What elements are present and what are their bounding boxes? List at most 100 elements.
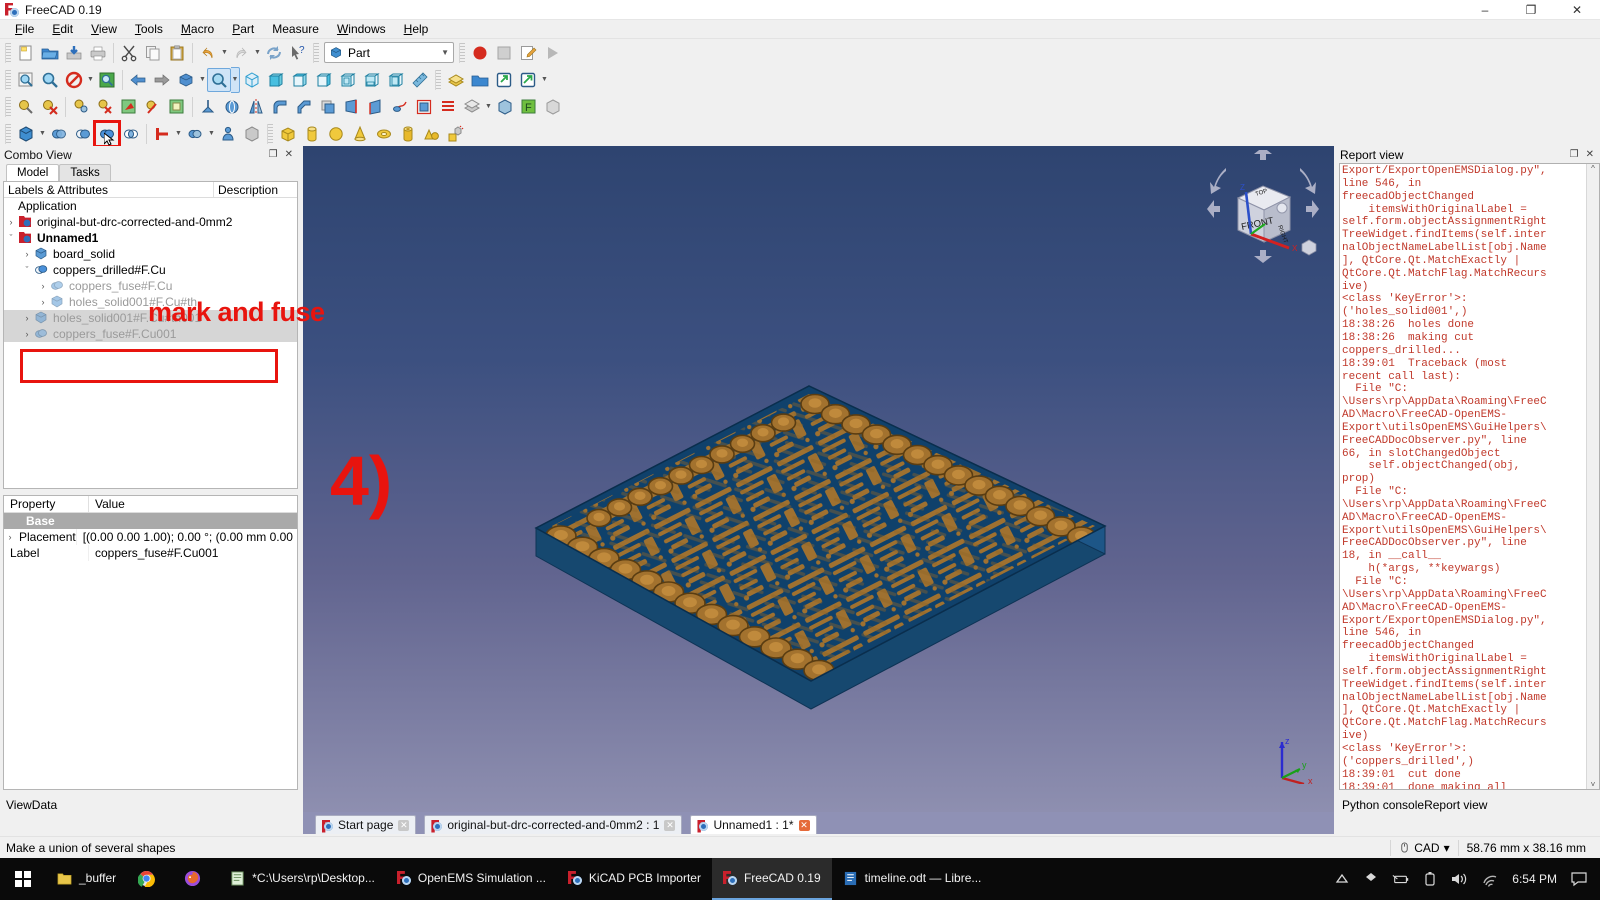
tree-item[interactable]: › coppers_fuse#F.Cu001 bbox=[4, 326, 297, 342]
deselect-icon[interactable] bbox=[38, 95, 62, 119]
toolbar-grip[interactable] bbox=[313, 42, 319, 63]
join-dropdown-icon[interactable]: ▼ bbox=[174, 122, 183, 146]
navigation-cube[interactable]: FRONT TOP RIGHT Z X bbox=[1204, 147, 1322, 268]
scroll-up-icon[interactable]: ^ bbox=[1591, 164, 1595, 173]
tree-item[interactable]: ˇ Unnamed1 bbox=[4, 230, 297, 246]
taskbar-clock[interactable]: 6:54 PM bbox=[1512, 872, 1557, 886]
close-tab-icon[interactable]: ✕ bbox=[664, 819, 676, 831]
rotate-view-dropdown-icon[interactable]: ▼ bbox=[198, 68, 207, 92]
menu-edit[interactable]: Edit bbox=[43, 20, 82, 38]
document-tab-original[interactable]: original-but-drc-corrected-and-0mm2 : 1 … bbox=[424, 815, 683, 834]
tree-expander-icon[interactable]: › bbox=[36, 281, 50, 291]
ruled-surface-icon[interactable] bbox=[340, 95, 364, 119]
tree-expander-icon[interactable]: › bbox=[20, 329, 34, 339]
property-editor[interactable]: Property Value Base › Placement [(0.00 0.00… bbox=[3, 495, 298, 790]
redo-arrow-icon[interactable] bbox=[229, 41, 253, 65]
tree-expander-icon[interactable]: › bbox=[20, 313, 34, 323]
tab-python-console[interactable]: Python console bbox=[1342, 798, 1424, 812]
tube-icon[interactable] bbox=[396, 122, 420, 146]
tree-expander-icon[interactable]: ˇ bbox=[4, 233, 18, 243]
create-group-icon[interactable] bbox=[468, 68, 492, 92]
draw-style-dropdown-icon[interactable]: ▼ bbox=[86, 68, 95, 92]
taskbar-item-timeline-odt[interactable]: timeline.odt — Libre... bbox=[832, 858, 993, 900]
tree-item[interactable]: Application bbox=[4, 198, 297, 214]
bound-box-part-icon[interactable] bbox=[493, 95, 517, 119]
cone-icon[interactable] bbox=[348, 122, 372, 146]
zoom-box-icon[interactable] bbox=[207, 67, 231, 92]
new-document-icon[interactable] bbox=[14, 41, 38, 65]
torus-icon[interactable] bbox=[372, 122, 396, 146]
next-view-icon[interactable] bbox=[150, 68, 174, 92]
open-folder-icon[interactable] bbox=[38, 41, 62, 65]
undo-dropdown-icon[interactable]: ▼ bbox=[220, 41, 229, 65]
document-tab-unnamed1[interactable]: Unnamed1 : 1* ✕ bbox=[690, 815, 817, 834]
right-view-icon[interactable] bbox=[312, 68, 336, 92]
usb-eject-icon[interactable] bbox=[1423, 871, 1437, 887]
navigation-style-selector[interactable]: CAD ▾ bbox=[1390, 839, 1457, 856]
chamfer-icon[interactable] bbox=[292, 95, 316, 119]
paste-icon[interactable] bbox=[165, 41, 189, 65]
taskbar-item-buffer[interactable]: _buffer bbox=[46, 858, 127, 900]
split-dropdown-icon[interactable]: ▼ bbox=[207, 122, 216, 146]
offset-2d-icon[interactable] bbox=[412, 95, 436, 119]
tab-tasks[interactable]: Tasks bbox=[59, 164, 111, 181]
tab-report-view[interactable]: Report view bbox=[1424, 798, 1487, 812]
fit-all-icon[interactable] bbox=[14, 68, 38, 92]
rear-view-icon[interactable] bbox=[336, 68, 360, 92]
model-tree[interactable]: Labels & Attributes Description Applicat… bbox=[3, 181, 298, 489]
action-center-icon[interactable] bbox=[1570, 871, 1588, 887]
axonometric-view-icon[interactable] bbox=[95, 68, 119, 92]
shape-builder-icon[interactable]: F bbox=[517, 95, 541, 119]
close-button[interactable]: ✕ bbox=[1554, 0, 1600, 20]
chevron-down-icon[interactable]: ▼ bbox=[441, 48, 449, 57]
menu-part[interactable]: Part bbox=[223, 20, 263, 38]
stop-macro-icon[interactable] bbox=[492, 41, 516, 65]
cut-icon[interactable] bbox=[71, 122, 95, 146]
battery-icon[interactable] bbox=[1392, 871, 1410, 887]
check-geometry-icon[interactable] bbox=[240, 122, 264, 146]
refresh-icon[interactable] bbox=[262, 41, 286, 65]
primitives-icon[interactable] bbox=[420, 122, 444, 146]
tree-expander-icon[interactable]: › bbox=[36, 297, 50, 307]
front-view-icon[interactable] bbox=[264, 68, 288, 92]
menu-view[interactable]: View bbox=[82, 20, 126, 38]
close-panel-icon[interactable]: ✕ bbox=[285, 149, 293, 160]
sphere-icon[interactable] bbox=[324, 122, 348, 146]
close-panel-icon[interactable]: ✕ bbox=[1586, 149, 1594, 160]
redo-dropdown-icon[interactable]: ▼ bbox=[253, 41, 262, 65]
previous-view-icon[interactable] bbox=[126, 68, 150, 92]
property-expander-icon[interactable]: › bbox=[4, 532, 16, 542]
undo-arrow-icon[interactable] bbox=[196, 41, 220, 65]
taskbar-item-notepad[interactable]: *C:\Users\rp\Desktop... bbox=[219, 858, 386, 900]
cross-sections-dropdown-icon[interactable]: ▼ bbox=[484, 95, 493, 119]
maximize-button[interactable]: ❐ bbox=[1508, 0, 1554, 20]
tab-data[interactable]: Data bbox=[32, 798, 57, 812]
zoom-dropdown-icon[interactable]: ▼ bbox=[231, 66, 240, 93]
cylinder-icon[interactable] bbox=[300, 122, 324, 146]
float-panel-icon[interactable]: ❐ bbox=[1570, 149, 1579, 160]
clipping-plane-icon[interactable] bbox=[93, 95, 117, 119]
toolbar-grip[interactable] bbox=[267, 123, 273, 144]
thickness-icon[interactable] bbox=[436, 95, 460, 119]
compound-icon[interactable] bbox=[541, 95, 565, 119]
minimize-button[interactable]: – bbox=[1462, 0, 1508, 20]
document-tab-start-page[interactable]: Start page ✕ bbox=[315, 815, 417, 834]
scroll-down-icon[interactable]: ˅ bbox=[1591, 780, 1596, 789]
taskbar-item-openems-simulation[interactable]: OpenEMS Simulation ... bbox=[386, 858, 557, 900]
appearance-icon[interactable] bbox=[165, 95, 189, 119]
menu-macro[interactable]: Macro bbox=[172, 20, 223, 38]
print-icon[interactable] bbox=[86, 41, 110, 65]
volume-icon[interactable] bbox=[1450, 871, 1468, 887]
section-view-icon[interactable] bbox=[117, 95, 141, 119]
select-all-icon[interactable] bbox=[14, 95, 38, 119]
join-connect-icon[interactable] bbox=[150, 122, 174, 146]
sweep-icon[interactable] bbox=[388, 95, 412, 119]
link-make-icon[interactable] bbox=[492, 68, 516, 92]
bottom-view-icon[interactable] bbox=[360, 68, 384, 92]
property-row[interactable]: Label coppers_fuse#F.Cu001 bbox=[4, 545, 297, 561]
close-tab-icon[interactable]: ✕ bbox=[398, 819, 410, 831]
make-face-icon[interactable] bbox=[316, 95, 340, 119]
execute-macro-icon[interactable] bbox=[540, 41, 564, 65]
report-scrollbar[interactable]: ^ ˅ bbox=[1586, 164, 1599, 789]
menu-windows[interactable]: Windows bbox=[328, 20, 395, 38]
